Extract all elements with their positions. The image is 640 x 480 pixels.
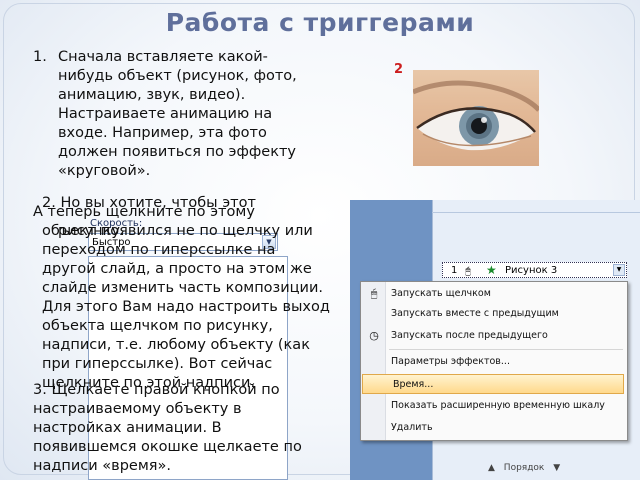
list-item-3: 3. Щелкаете правой кнопкой по настраивае… bbox=[33, 382, 302, 474]
move-down-button[interactable]: ▼ bbox=[553, 463, 560, 473]
menu-item-after-previous[interactable]: ◷ Запускать после предыдущего bbox=[361, 326, 627, 346]
menu-item-label: Запускать после предыдущего bbox=[391, 330, 548, 341]
move-up-button[interactable]: ▲ bbox=[488, 463, 495, 473]
menu-item-advanced-timeline[interactable]: Показать расширенную временную шкалу bbox=[361, 396, 627, 416]
animation-row-label: Рисунок 3 bbox=[505, 265, 558, 276]
eye-image-icon bbox=[413, 80, 539, 151]
list-item-2-body: объект появился не по щелчку или переход… bbox=[42, 223, 330, 391]
menu-separator bbox=[389, 349, 623, 350]
pane-top-strip bbox=[432, 200, 640, 213]
menu-item-label: Запускать вместе с предыдущим bbox=[391, 308, 559, 319]
animation-list-row[interactable]: 1 🖰 ★ Рисунок 3 ▼ bbox=[442, 262, 627, 278]
menu-item-label: Запускать щелчком bbox=[391, 288, 491, 299]
menu-item-start-on-click[interactable]: 🖱 Запускать щелчком bbox=[361, 284, 627, 304]
menu-item-timing[interactable]: Время... bbox=[362, 374, 624, 394]
menu-item-label: Удалить bbox=[391, 422, 433, 433]
mouse-click-icon: 🖱 bbox=[370, 287, 378, 300]
reorder-label: Порядок bbox=[503, 463, 545, 473]
row-dropdown-icon[interactable]: ▼ bbox=[613, 264, 625, 276]
list-item-1-number: 1. bbox=[33, 49, 47, 65]
animation-row-number: 1 bbox=[451, 265, 458, 276]
slide-title: Работа с триггерами bbox=[165, 8, 475, 37]
menu-item-with-previous[interactable]: Запускать вместе с предыдущим bbox=[361, 304, 627, 324]
menu-item-label: Параметры эффектов... bbox=[391, 356, 510, 367]
reorder-buttons: ▲ Порядок ▼ bbox=[488, 463, 566, 473]
list-item-1-text: Сначала вставляете какой-нибудь объект (… bbox=[58, 49, 297, 179]
trigger-overlap-word[interactable]: рисунку. bbox=[58, 222, 125, 241]
animation-order-badge: 2 bbox=[394, 62, 404, 77]
menu-item-label: Показать расширенную временную шкалу bbox=[391, 400, 605, 411]
effect-star-icon: ★ bbox=[486, 263, 497, 277]
trigger-instruction-line[interactable]: А теперь щелкните по этому bbox=[33, 203, 333, 222]
eye-photo[interactable] bbox=[413, 70, 539, 166]
menu-item-remove[interactable]: Удалить bbox=[361, 418, 627, 438]
list-item-1: 1. Сначала вставляете какой-нибудь объек… bbox=[33, 48, 298, 181]
clock-icon: ◷ bbox=[369, 329, 379, 342]
menu-item-label: Время... bbox=[393, 379, 434, 390]
list-item-2-text: объект появился не по щелчку или переход… bbox=[42, 222, 332, 393]
mouse-icon: 🖰 bbox=[465, 266, 471, 277]
menu-item-effect-options[interactable]: Параметры эффектов... bbox=[361, 352, 627, 372]
context-menu: 🖱 Запускать щелчком Запускать вместе с п… bbox=[360, 281, 628, 441]
